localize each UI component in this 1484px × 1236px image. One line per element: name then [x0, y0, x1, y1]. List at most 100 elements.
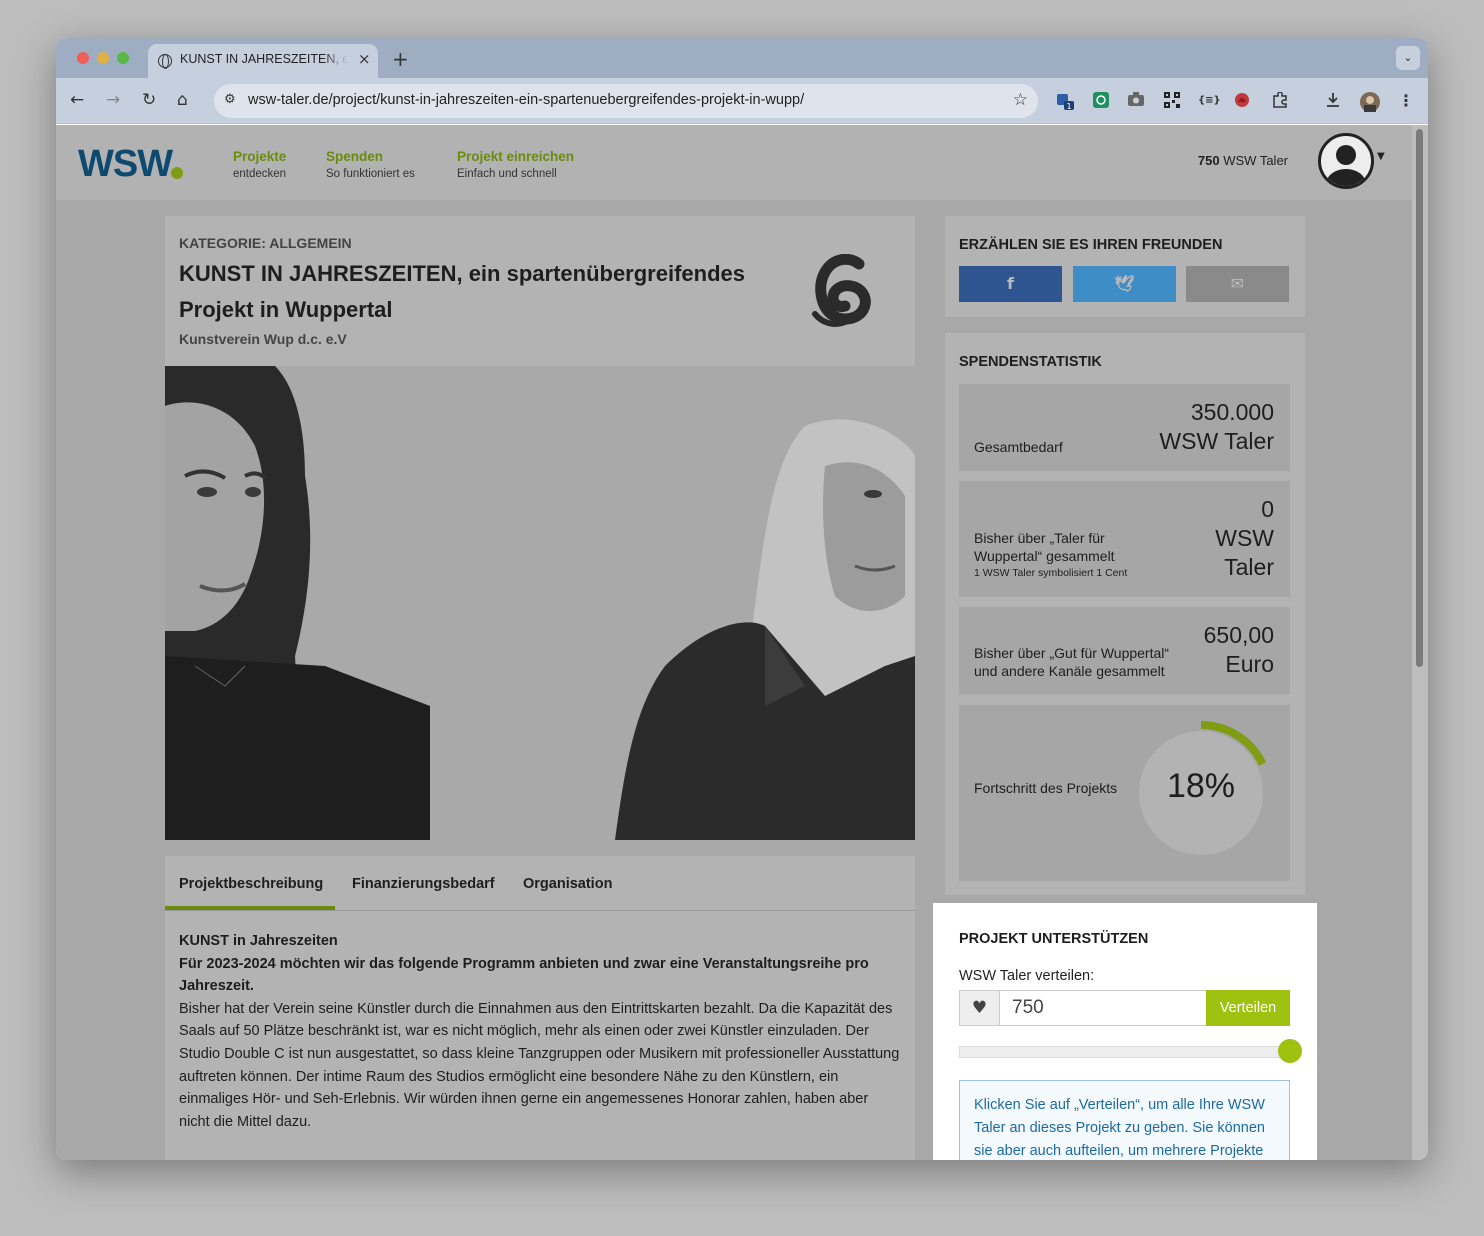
stat-total: Gesamtbedarf 350.000 WSW Taler: [959, 384, 1290, 471]
twitter-icon: 🕊: [1114, 274, 1135, 293]
page-scrollbar[interactable]: [1412, 125, 1428, 1160]
nav-title: Projekt einreichen: [457, 149, 575, 164]
taler-slider-fill: [960, 1047, 1289, 1057]
share-heading: ERZÄHLEN SIE ES IHREN FREUNDEN: [959, 237, 1223, 253]
close-tab-icon[interactable]: ×: [358, 50, 371, 68]
page: WSW Projekte entdecken Spenden So funkti…: [56, 125, 1412, 1160]
project-organization[interactable]: Kunstverein Wup d.c. e.V: [179, 331, 347, 347]
nav-projekt-einreichen[interactable]: Projekt einreichen Einfach und schnell: [457, 149, 574, 180]
record-extension-icon[interactable]: [1233, 92, 1251, 110]
support-label: WSW Taler verteilen:: [959, 968, 1095, 984]
wsw-logo[interactable]: WSW: [78, 143, 173, 186]
taler-slider-track[interactable]: [959, 1046, 1290, 1058]
stat-taler-note: 1 WSW Taler symbolisiert 1 Cent: [974, 567, 1128, 579]
stat-taler-unit-2: Taler: [1224, 554, 1274, 580]
home-icon[interactable]: ⌂: [177, 90, 188, 110]
verteilen-button[interactable]: Verteilen: [1206, 990, 1290, 1026]
nav-subtitle: entdecken: [233, 168, 287, 180]
mail-share-button[interactable]: ✉: [1186, 266, 1289, 302]
forward-icon[interactable]: →: [106, 90, 120, 110]
caret-down-icon[interactable]: ▼: [1377, 151, 1385, 162]
url-text: wsw-taler.de/project/kunst-in-jahreszeit…: [248, 92, 805, 108]
stat-total-value: 350.000: [1190, 399, 1274, 425]
json-extension-icon[interactable]: {≡}: [1198, 92, 1221, 110]
description-heading: KUNST in Jahreszeiten: [179, 933, 338, 949]
tab-title: KUNST IN JAHRESZEITEN, ein spartenübergr…: [180, 52, 348, 66]
progress-percent: 18%: [1166, 767, 1236, 805]
support-heading: PROJEKT UNTERSTÜTZEN: [959, 931, 1149, 947]
download-icon[interactable]: [1324, 92, 1342, 110]
stat-total-unit: WSW Taler: [1159, 428, 1274, 454]
chatgpt-extension-icon[interactable]: [1092, 92, 1110, 110]
support-card-inner: PROJEKT UNTERSTÜTZEN WSW Taler verteilen…: [945, 903, 1305, 1160]
stats-heading: SPENDENSTATISTIK: [959, 354, 1102, 370]
stat-taler-label: Bisher über „Taler für Wuppertal“ gesamm…: [974, 530, 1115, 564]
stat-progress: Fortschritt des Projekts 18%: [959, 705, 1290, 881]
balance-amount: 750: [1197, 153, 1220, 168]
stat-euro-label: Bisher über „Gut für Wuppertal“ und ande…: [974, 645, 1170, 679]
tab-divider: [165, 910, 915, 911]
tab-strip: KUNST IN JAHRESZEITEN, ein spartenübergr…: [56, 38, 1428, 78]
minimize-window-button[interactable]: [97, 52, 109, 64]
nav-title: Projekte: [233, 149, 287, 164]
stat-euro-value: 650,00: [1203, 622, 1274, 648]
tab-projektbeschreibung[interactable]: Projektbeschreibung: [179, 876, 323, 892]
description-lead: Für 2023-2024 möchten wir das folgende P…: [179, 955, 869, 995]
taler-amount-input[interactable]: 750: [1000, 991, 1206, 1025]
tab-finanzierungsbedarf[interactable]: Finanzierungsbedarf: [352, 876, 495, 892]
donation-stats-card: SPENDENSTATISTIK Gesamtbedarf 350.000 WS…: [945, 333, 1305, 895]
address-bar[interactable]: ⚙ wsw-taler.de/project/kunst-in-jahresze…: [214, 84, 1038, 118]
twitter-share-button[interactable]: 🕊: [1073, 266, 1176, 302]
profile-avatar-icon[interactable]: [1360, 92, 1380, 112]
camera-icon[interactable]: [1127, 92, 1145, 110]
project-title: KUNST IN JAHRESZEITEN, ein spartenübergr…: [179, 261, 745, 322]
browser-window: KUNST IN JAHRESZEITEN, ein spartenübergr…: [56, 38, 1428, 1160]
logo-dot: [171, 167, 183, 179]
taler-input-group: ♥ 750 Verteilen: [959, 990, 1290, 1026]
nav-subtitle: Einfach und schnell: [457, 168, 557, 180]
new-tab-icon[interactable]: +: [392, 47, 409, 71]
bookmark-star-icon[interactable]: ☆: [1013, 90, 1028, 110]
stat-euro: Bisher über „Gut für Wuppertal“ und ande…: [959, 607, 1290, 694]
stat-progress-label: Fortschritt des Projekts: [974, 780, 1118, 796]
description-body: Bisher hat der Verein seine Künstler dur…: [179, 1000, 900, 1130]
tab-organisation[interactable]: Organisation: [523, 876, 612, 892]
nav-projekte[interactable]: Projekte entdecken: [233, 149, 286, 180]
taler-slider-handle[interactable]: [1278, 1039, 1302, 1063]
site-settings-icon[interactable]: ⚙: [224, 92, 236, 107]
progress-gauge: 18%: [1139, 719, 1269, 855]
project-card: KATEGORIE: ALLGEMEIN KUNST IN JAHRESZEIT…: [165, 216, 915, 840]
mail-icon: ✉: [1230, 274, 1245, 293]
browser-toolbar: ← → ↻ ⌂ ⚙ wsw-taler.de/project/kunst-in-…: [56, 78, 1428, 124]
nav-subtitle: So funktioniert es: [326, 168, 415, 180]
description-card: Projektbeschreibung Finanzierungsbedarf …: [165, 856, 915, 1160]
taler-balance: 750 WSW Taler: [1198, 153, 1288, 168]
maximize-window-button[interactable]: [117, 52, 129, 64]
back-icon[interactable]: ←: [70, 90, 84, 110]
reload-icon[interactable]: ↻: [142, 90, 156, 110]
facebook-icon: f: [1007, 274, 1014, 293]
browser-tab[interactable]: KUNST IN JAHRESZEITEN, ein spartenübergr…: [148, 44, 378, 78]
user-avatar-icon[interactable]: [1318, 133, 1374, 189]
extension-icon[interactable]: 1: [1056, 92, 1074, 111]
heart-icon: ♥: [960, 991, 1000, 1025]
facebook-share-button[interactable]: f: [959, 266, 1062, 302]
stat-taler: Bisher über „Taler für Wuppertal“ gesamm…: [959, 481, 1290, 597]
nav-spenden[interactable]: Spenden So funktioniert es: [326, 149, 415, 180]
close-window-button[interactable]: [77, 52, 89, 64]
stat-taler-value: 0: [1261, 496, 1274, 522]
project-description: KUNST in Jahreszeiten Für 2023-2024 möch…: [179, 930, 901, 1133]
site-header: WSW Projekte entdecken Spenden So funkti…: [56, 125, 1412, 200]
qr-code-icon[interactable]: [1163, 92, 1181, 110]
project-photo: [165, 366, 915, 840]
stat-euro-unit: Euro: [1225, 651, 1274, 677]
globe-icon: [158, 54, 172, 69]
organization-logo: [812, 254, 871, 327]
tab-search-icon[interactable]: ⌄: [1396, 46, 1420, 70]
stat-taler-unit-1: WSW: [1215, 525, 1274, 551]
menu-icon[interactable]: ⋮: [1397, 92, 1415, 110]
scrollbar-thumb[interactable]: [1416, 129, 1423, 667]
balance-unit: WSW Taler: [1223, 153, 1288, 168]
extensions-icon[interactable]: [1271, 91, 1289, 110]
share-card: ERZÄHLEN SIE ES IHREN FREUNDEN f 🕊 ✉: [945, 216, 1305, 317]
